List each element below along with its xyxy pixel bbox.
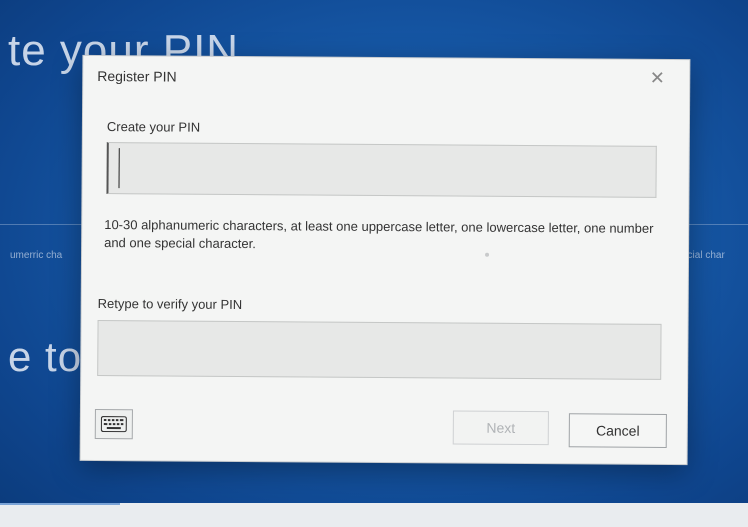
bottom-strip bbox=[0, 503, 748, 527]
close-button[interactable]: ✕ bbox=[645, 66, 669, 90]
keyboard-icon bbox=[100, 416, 127, 433]
create-pin-label: Create your PIN bbox=[106, 119, 201, 135]
decorative-dot bbox=[485, 252, 490, 257]
pin-requirements-text: 10-30 alphanumeric characters, at least … bbox=[104, 217, 654, 252]
touch-keyboard-button[interactable] bbox=[94, 408, 133, 440]
screen: te your PIN e to umerric cha ecial char … bbox=[0, 0, 748, 527]
create-pin-input[interactable] bbox=[106, 142, 657, 198]
register-pin-dialog: Register PIN ✕ Create your PIN 10-30 alp… bbox=[80, 55, 690, 465]
close-icon: ✕ bbox=[649, 67, 665, 88]
dialog-title: Register PIN bbox=[97, 67, 177, 85]
cancel-button[interactable]: Cancel bbox=[568, 413, 667, 448]
bottom-strip-accent bbox=[0, 503, 120, 505]
background-small-text-right: ecial char bbox=[682, 250, 725, 261]
retype-pin-input[interactable] bbox=[97, 319, 662, 380]
background-heading-bottom: e to bbox=[8, 333, 83, 380]
background-small-text-left: umerric cha bbox=[10, 250, 63, 261]
retype-pin-label: Retype to verify your PIN bbox=[97, 295, 243, 313]
next-button[interactable]: Next bbox=[452, 410, 549, 446]
